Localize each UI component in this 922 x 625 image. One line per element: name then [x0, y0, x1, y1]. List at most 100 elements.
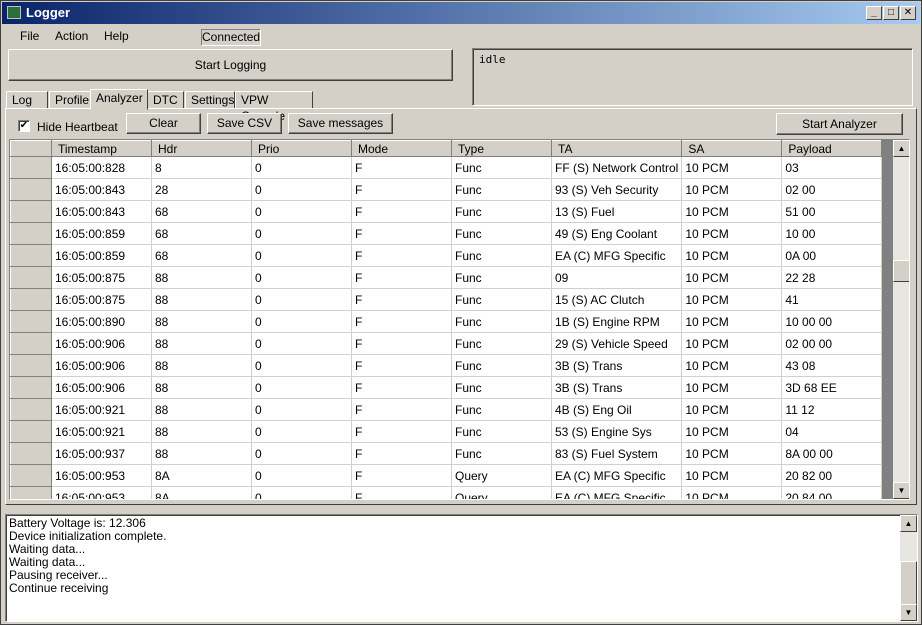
row-header[interactable] [10, 442, 52, 465]
cell-payload: 8A 00 00 [781, 442, 883, 465]
table-row[interactable]: 16:05:00:937 88 0 F Func 83 (S) Fuel System 10… [10, 442, 883, 465]
scroll-thumb[interactable] [893, 260, 909, 282]
cell-payload: 41 [781, 288, 883, 311]
cell-payload: 20 84 00 [781, 486, 883, 499]
log-scroll-down-arrow-icon[interactable]: ▼ [900, 604, 917, 621]
cell-timestamp: 16:05:00:859 [51, 244, 152, 267]
col-hdr[interactable]: Hdr [151, 140, 252, 157]
cell-hdr: 68 [151, 244, 252, 267]
table-row[interactable]: 16:05:00:953 8A 0 F Query EA (C) MFG Specific… [10, 486, 883, 499]
row-header[interactable] [10, 376, 52, 399]
row-header[interactable] [10, 486, 52, 499]
tab-analyzer[interactable]: Analyzer [90, 89, 148, 110]
row-header[interactable] [10, 244, 52, 267]
row-header[interactable] [10, 200, 52, 223]
table-row[interactable]: 16:05:00:859 68 0 F Func 49 (S) Eng Coolant 10… [10, 222, 883, 245]
logger-window: Logger _ □ ✕ File Action Help Connected … [0, 0, 922, 625]
table-row[interactable]: 16:05:00:843 28 0 F Func 93 (S) Veh Security 1… [10, 178, 883, 201]
cell-type: Func [451, 266, 552, 289]
table-row[interactable]: 16:05:00:828 8 0 F Func FF (S) Network Contro… [10, 156, 883, 179]
col-payload[interactable]: Payload [781, 140, 883, 157]
clear-button[interactable]: Clear [126, 113, 201, 134]
cell-type: Func [451, 332, 552, 355]
row-header[interactable] [10, 420, 52, 443]
status-text-box: idle [472, 48, 913, 106]
corner-cell [10, 140, 52, 157]
col-prio[interactable]: Prio [251, 140, 352, 157]
row-header[interactable] [10, 464, 52, 487]
close-button[interactable]: ✕ [900, 6, 916, 20]
cell-sa: 10 PCM [681, 376, 783, 399]
row-header[interactable] [10, 332, 52, 355]
maximize-button[interactable]: □ [883, 6, 899, 20]
scroll-down-arrow-icon[interactable]: ▼ [893, 482, 909, 499]
cell-sa: 10 PCM [681, 200, 783, 223]
tab-vpw-console[interactable]: VPW Console [235, 91, 313, 123]
message-grid[interactable]: Timestamp Hdr Prio Mode Type TA SA Paylo… [9, 139, 910, 500]
cell-timestamp: 16:05:00:906 [51, 332, 152, 355]
row-header[interactable] [10, 156, 52, 179]
menu-bar: File Action Help [2, 26, 920, 46]
tab-settings[interactable]: Settings [185, 91, 235, 109]
cell-type: Func [451, 442, 552, 465]
table-row[interactable]: 16:05:00:906 88 0 F Func 29 (S) Vehicle Speed… [10, 332, 883, 355]
table-row[interactable]: 16:05:00:921 88 0 F Func 4B (S) Eng Oil 10 PCM… [10, 398, 883, 421]
table-row[interactable]: 16:05:00:859 68 0 F Func EA (C) MFG Specific 1… [10, 244, 883, 267]
cell-sa: 10 PCM [681, 398, 783, 421]
table-row[interactable]: 16:05:00:906 88 0 F Func 3B (S) Trans 10 PCM 3D… [10, 376, 883, 399]
row-header[interactable] [10, 288, 52, 311]
cell-sa: 10 PCM [681, 266, 783, 289]
table-row[interactable]: 16:05:00:890 88 0 F Func 1B (S) Engine RPM 10 … [10, 310, 883, 333]
menu-help[interactable]: Help [104, 29, 129, 43]
cell-payload: 10 00 00 [781, 310, 883, 333]
start-analyzer-button[interactable]: Start Analyzer [776, 113, 903, 135]
cell-mode: F [351, 200, 452, 223]
cell-mode: F [351, 178, 452, 201]
cell-mode: F [351, 376, 452, 399]
cell-sa: 10 PCM [681, 288, 783, 311]
save-csv-button[interactable]: Save CSV [207, 113, 282, 134]
row-header[interactable] [10, 266, 52, 289]
cell-ta: EA (C) MFG Specific [551, 486, 683, 499]
scroll-up-arrow-icon[interactable]: ▲ [893, 140, 909, 157]
grid-scrollbar[interactable]: ▲ ▼ [893, 140, 909, 499]
start-logging-button[interactable]: Start Logging [8, 49, 453, 81]
tab-dtc[interactable]: DTC [147, 91, 184, 109]
cell-mode: F [351, 156, 452, 179]
row-header[interactable] [10, 354, 52, 377]
col-sa[interactable]: SA [681, 140, 783, 157]
col-type[interactable]: Type [451, 140, 552, 157]
log-line: Continue receiving [9, 581, 109, 595]
cell-hdr: 88 [151, 442, 252, 465]
minimize-button[interactable]: _ [866, 6, 882, 20]
col-ta[interactable]: TA [550, 140, 683, 157]
cell-sa: 10 PCM [681, 222, 783, 245]
table-row[interactable]: 16:05:00:843 68 0 F Func 13 (S) Fuel 10 PCM 51 … [10, 200, 883, 223]
row-header[interactable] [10, 222, 52, 245]
log-scroll-thumb[interactable] [900, 561, 917, 605]
col-timestamp[interactable]: Timestamp [51, 140, 152, 157]
cell-sa: 10 PCM [681, 486, 783, 499]
log-scrollbar[interactable]: ▲ ▼ [900, 515, 917, 621]
log-output[interactable]: Battery Voltage is: 12.306 Device initial… [5, 514, 918, 622]
menu-file[interactable]: File [20, 29, 39, 43]
row-header[interactable] [10, 398, 52, 421]
table-row[interactable]: 16:05:00:906 88 0 F Func 3B (S) Trans 10 PCM 43… [10, 354, 883, 377]
hide-heartbeat-checkbox[interactable]: ✔ [18, 120, 30, 132]
log-scroll-up-arrow-icon[interactable]: ▲ [900, 515, 917, 532]
save-messages-button[interactable]: Save messages [288, 113, 393, 134]
cell-ta: 4B (S) Eng Oil [551, 398, 683, 421]
tab-log[interactable]: Log [6, 91, 48, 109]
col-mode[interactable]: Mode [351, 140, 452, 157]
table-row[interactable]: 16:05:00:875 88 0 F Func 15 (S) AC Clutch 10 P… [10, 288, 883, 311]
cell-ta: 1B (S) Engine RPM [551, 310, 683, 333]
table-row[interactable]: 16:05:00:953 8A 0 F Query EA (C) MFG Specific… [10, 464, 883, 487]
menu-action[interactable]: Action [55, 29, 88, 43]
cell-type: Func [451, 376, 552, 399]
row-header[interactable] [10, 178, 52, 201]
log-line: Waiting data... [9, 542, 86, 556]
row-header[interactable] [10, 310, 52, 333]
table-row[interactable]: 16:05:00:875 88 0 F Func 09 10 PCM 22 28 [10, 266, 883, 289]
tab-profile[interactable]: Profile [49, 91, 92, 109]
table-row[interactable]: 16:05:00:921 88 0 F Func 53 (S) Engine Sys 10 … [10, 420, 883, 443]
